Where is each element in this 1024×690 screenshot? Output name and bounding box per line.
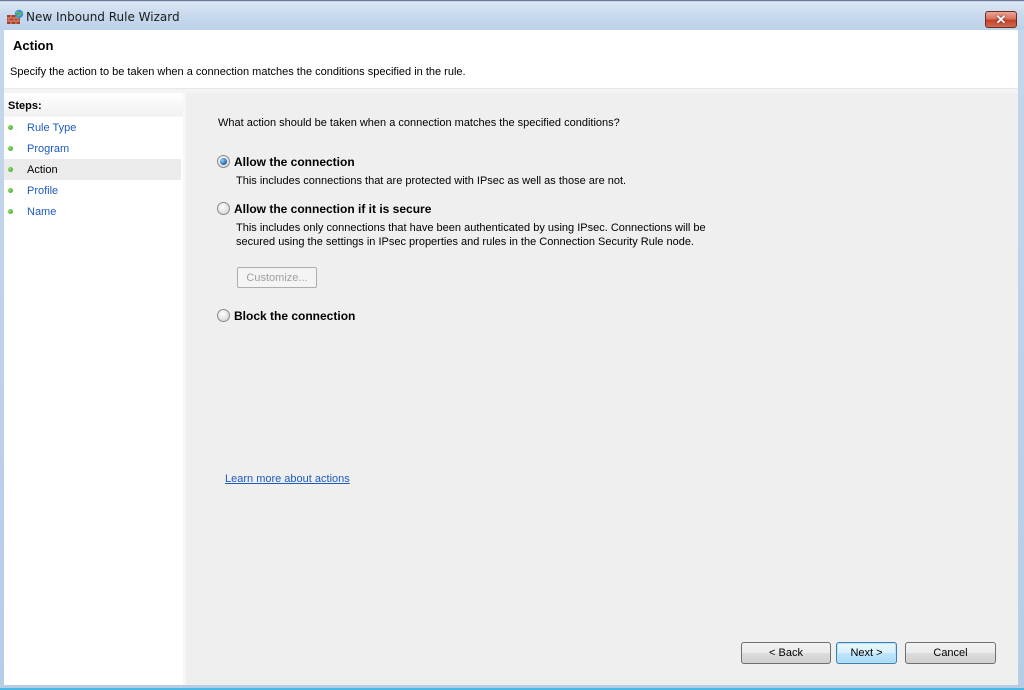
allow-label[interactable]: Allow the connection bbox=[234, 155, 355, 169]
step-label: Name bbox=[27, 205, 57, 218]
block-label[interactable]: Block the connection bbox=[234, 309, 355, 323]
step-label: Profile bbox=[27, 184, 59, 197]
cancel-button[interactable]: Cancel bbox=[905, 642, 996, 664]
allow-radio[interactable] bbox=[217, 155, 230, 168]
main-panel: What action should be taken when a conne… bbox=[186, 93, 1018, 685]
step-status-icon bbox=[8, 188, 13, 193]
step-profile[interactable]: Profile bbox=[4, 180, 181, 201]
allow-description: This includes connections that are prote… bbox=[236, 175, 627, 187]
step-rule-type[interactable]: Rule Type bbox=[4, 117, 181, 138]
close-icon: ✕ bbox=[995, 12, 1007, 27]
page-description: Specify the action to be taken when a co… bbox=[10, 66, 466, 78]
steps-heading: Steps: bbox=[4, 93, 183, 117]
step-status-icon bbox=[8, 146, 13, 151]
customize-button: Customize... bbox=[237, 267, 317, 288]
wizard-window: New Inbound Rule Wizard ✕ Action Specify… bbox=[0, 0, 1024, 690]
back-button[interactable]: < Back bbox=[741, 642, 831, 664]
page-title: Action bbox=[13, 38, 54, 53]
step-label: Action bbox=[27, 163, 58, 176]
step-label: Rule Type bbox=[27, 121, 77, 134]
close-button[interactable]: ✕ bbox=[985, 11, 1017, 28]
firewall-icon bbox=[7, 9, 24, 24]
allow-if-secure-description: This includes only connections that have… bbox=[236, 222, 706, 248]
step-status-icon bbox=[8, 125, 13, 130]
allow-if-secure-radio[interactable] bbox=[217, 202, 230, 215]
allow-if-secure-label[interactable]: Allow the connection if it is secure bbox=[234, 202, 431, 216]
step-action[interactable]: Action bbox=[4, 159, 181, 180]
step-label: Program bbox=[27, 142, 70, 155]
action-question: What action should be taken when a conne… bbox=[218, 117, 620, 129]
step-name[interactable]: Name bbox=[4, 201, 181, 222]
title-bar[interactable]: New Inbound Rule Wizard ✕ bbox=[0, 2, 1024, 30]
window-title: New Inbound Rule Wizard bbox=[26, 10, 180, 24]
step-status-icon bbox=[8, 209, 13, 214]
step-program[interactable]: Program bbox=[4, 138, 181, 159]
learn-more-link[interactable]: Learn more about actions bbox=[225, 473, 350, 485]
step-status-icon bbox=[8, 167, 13, 172]
next-button[interactable]: Next > bbox=[836, 642, 897, 664]
block-radio[interactable] bbox=[217, 309, 230, 322]
wizard-header: Action Specify the action to be taken wh… bbox=[4, 30, 1018, 88]
steps-panel: Steps: Rule Type Program Action Profile … bbox=[4, 93, 183, 685]
